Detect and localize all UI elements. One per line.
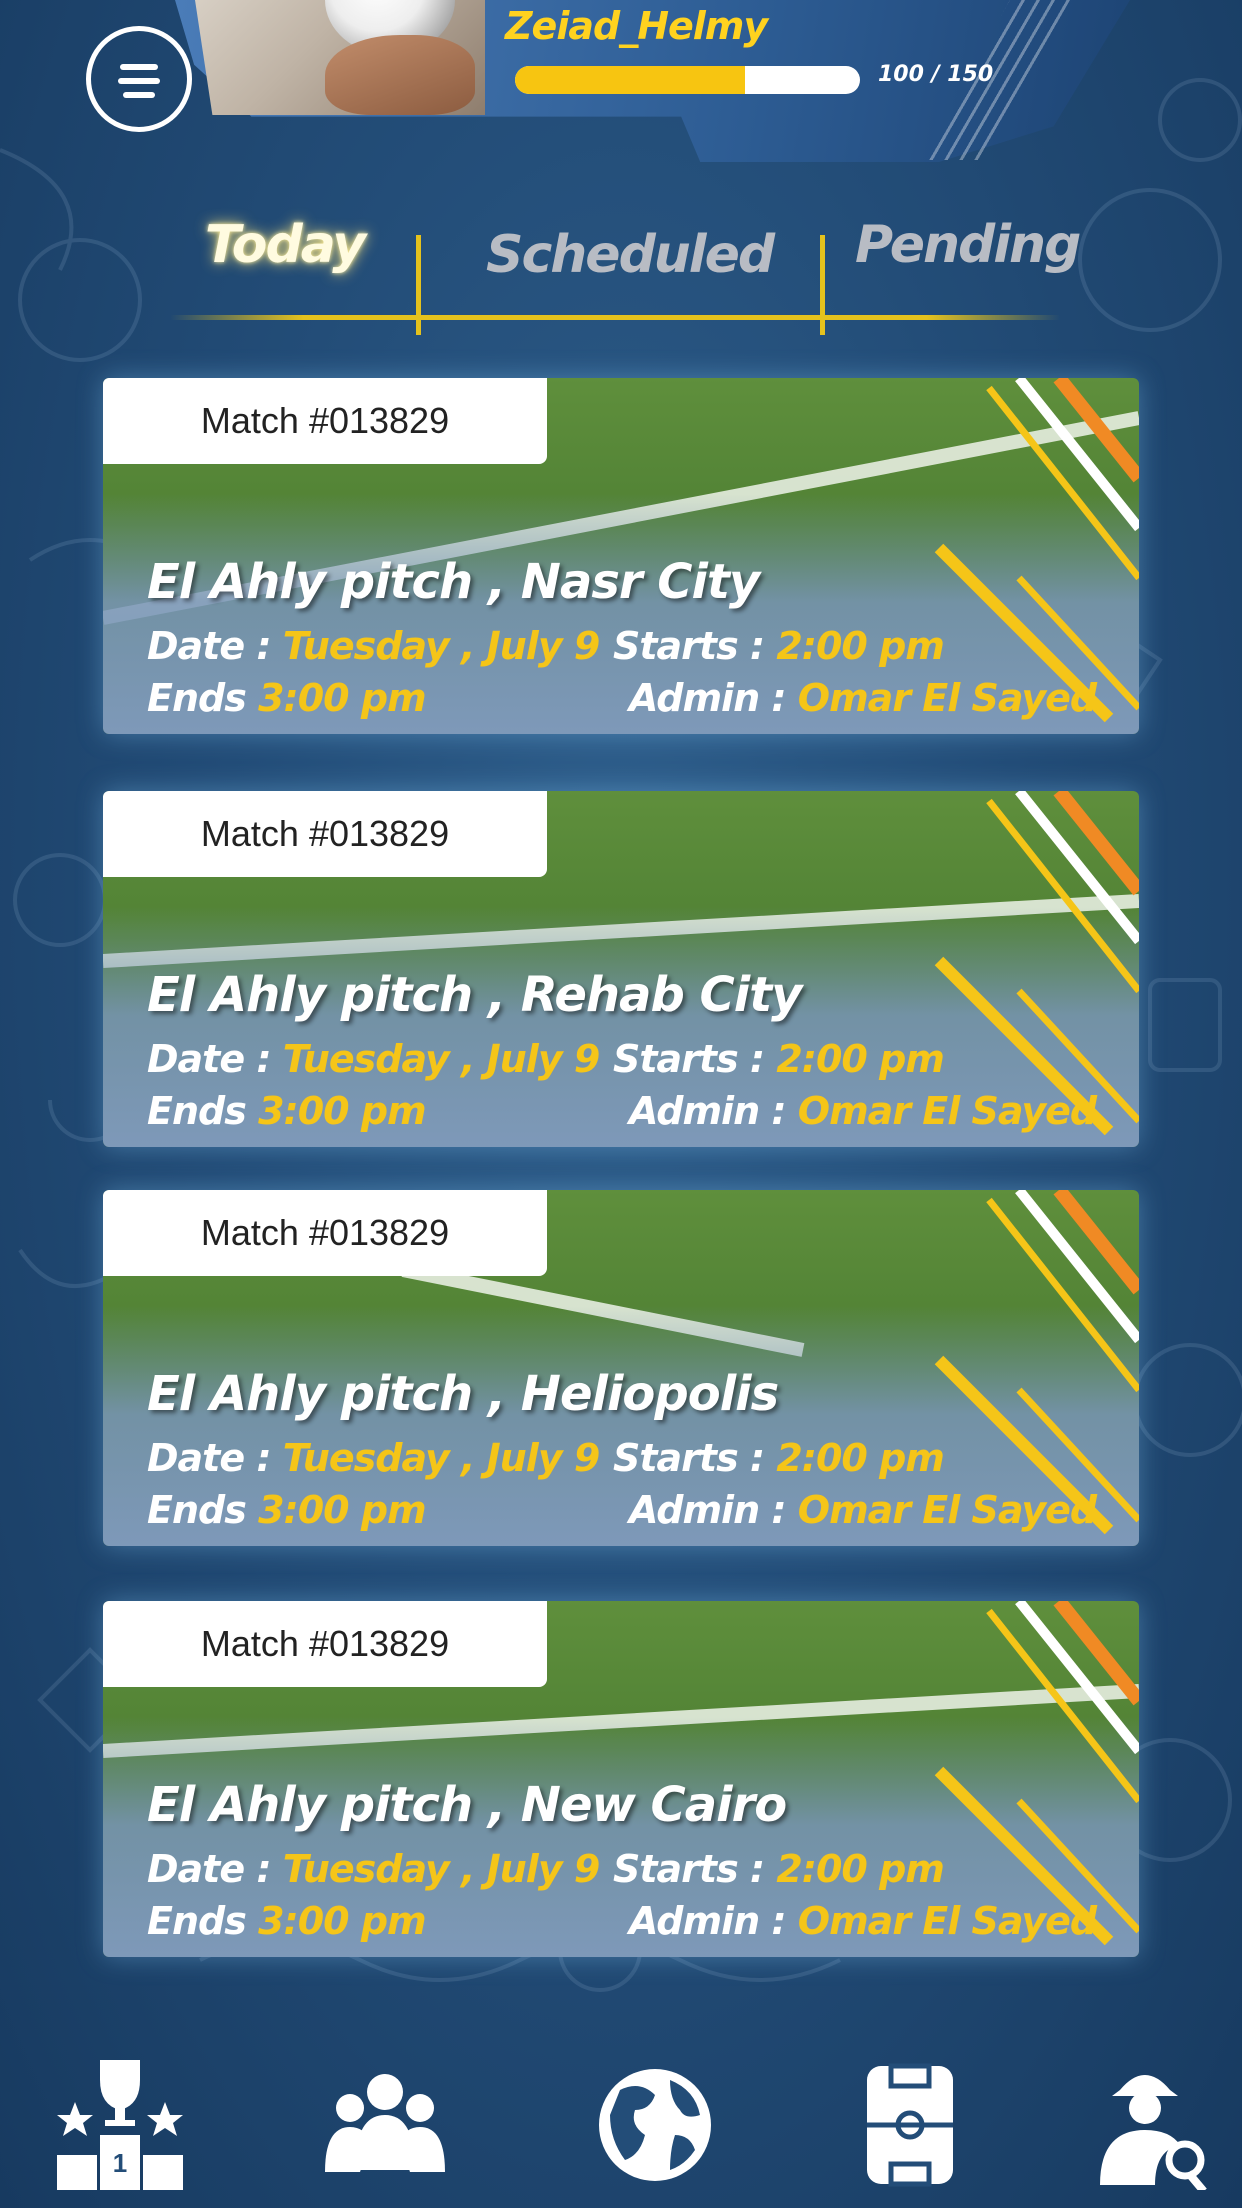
starts-value: 2:00 pm: [776, 1037, 945, 1081]
admin-value: Omar El Sayed: [797, 1089, 1097, 1133]
menu-line: [118, 78, 160, 84]
match-id-badge: Match #013829: [103, 378, 547, 464]
pitch-icon[interactable]: [855, 2060, 985, 2190]
pitch-name: El Ahly pitch , Rehab City: [147, 967, 802, 1023]
admin-value: Omar El Sayed: [797, 1899, 1097, 1943]
xp-progress-bar: [515, 66, 860, 94]
starts-label: Starts :: [613, 624, 765, 668]
pitch-name: El Ahly pitch , Heliopolis: [147, 1366, 779, 1422]
date-label: Date :: [147, 1436, 272, 1480]
admin-label: Admin :: [629, 1488, 787, 1532]
admin-row: Admin : Omar El Sayed: [629, 1089, 1097, 1133]
ends-value: 3:00 pm: [258, 1488, 427, 1532]
menu-line: [120, 64, 158, 70]
date-value: Tuesday , July 9: [282, 1847, 600, 1891]
tab-divider: [820, 235, 825, 335]
starts-value: 2:00 pm: [776, 1436, 945, 1480]
match-id: Match #013829: [200, 400, 450, 441]
tab-scheduled[interactable]: Scheduled: [486, 225, 775, 285]
match-card[interactable]: Match #013829 El Ahly pitch , Rehab City…: [103, 791, 1139, 1147]
date-row: Date : Tuesday , July 9: [147, 1847, 600, 1891]
date-row: Date : Tuesday , July 9: [147, 624, 600, 668]
starts-row: Starts : 2:00 pm: [613, 624, 945, 668]
starts-value: 2:00 pm: [776, 624, 945, 668]
starts-label: Starts :: [613, 1847, 765, 1891]
date-value: Tuesday , July 9: [282, 624, 600, 668]
match-id-badge: Match #013829: [103, 1601, 547, 1687]
starts-row: Starts : 2:00 pm: [613, 1847, 945, 1891]
admin-label: Admin :: [629, 1089, 787, 1133]
admin-value: Omar El Sayed: [797, 1488, 1097, 1532]
admin-value: Omar El Sayed: [797, 676, 1097, 720]
starts-row: Starts : 2:00 pm: [613, 1037, 945, 1081]
player-graphic: [325, 35, 475, 115]
xp-progress-fill: [515, 66, 746, 94]
match-id: Match #013829: [200, 1212, 450, 1253]
match-card[interactable]: Match #013829 El Ahly pitch , New Cairo …: [103, 1601, 1139, 1957]
ends-row: Ends 3:00 pm: [147, 1899, 427, 1943]
ends-value: 3:00 pm: [258, 1089, 427, 1133]
date-label: Date :: [147, 1037, 272, 1081]
username: Zeiad_Helmy: [505, 4, 768, 48]
date-value: Tuesday , July 9: [282, 1037, 600, 1081]
trophy-podium-icon[interactable]: 1: [55, 2060, 185, 2190]
match-id: Match #013829: [200, 1623, 450, 1664]
date-row: Date : Tuesday , July 9: [147, 1037, 600, 1081]
admin-label: Admin :: [629, 676, 787, 720]
match-id-badge: Match #013829: [103, 791, 547, 877]
admin-label: Admin :: [629, 1899, 787, 1943]
admin-row: Admin : Omar El Sayed: [629, 676, 1097, 720]
tab-pending[interactable]: Pending: [855, 215, 1081, 275]
ends-row: Ends 3:00 pm: [147, 1089, 427, 1133]
tab-today[interactable]: Today: [205, 215, 366, 275]
admin-row: Admin : Omar El Sayed: [629, 1488, 1097, 1532]
profile-panel[interactable]: Zeiad_Helmy 100 / 150: [175, 0, 1130, 162]
bottom-nav: 1: [0, 2040, 1242, 2208]
starts-label: Starts :: [613, 1037, 765, 1081]
avatar: [195, 0, 485, 115]
ends-value: 3:00 pm: [258, 676, 427, 720]
match-id-badge: Match #013829: [103, 1190, 547, 1276]
ends-value: 3:00 pm: [258, 1899, 427, 1943]
date-value: Tuesday , July 9: [282, 1436, 600, 1480]
ends-label: Ends: [147, 1089, 247, 1133]
team-icon[interactable]: [320, 2060, 450, 2190]
match-id: Match #013829: [200, 813, 450, 854]
pitch-name: El Ahly pitch , New Cairo: [147, 1777, 787, 1833]
menu-line: [123, 92, 155, 98]
ends-label: Ends: [147, 1899, 247, 1943]
match-card[interactable]: Match #013829 El Ahly pitch , Nasr City …: [103, 378, 1139, 734]
pitch-name: El Ahly pitch , Nasr City: [147, 554, 760, 610]
ends-row: Ends 3:00 pm: [147, 676, 427, 720]
tab-underline: [170, 315, 1060, 320]
starts-label: Starts :: [613, 1436, 765, 1480]
tab-divider: [416, 235, 421, 335]
admin-row: Admin : Omar El Sayed: [629, 1899, 1097, 1943]
ends-row: Ends 3:00 pm: [147, 1488, 427, 1532]
date-label: Date :: [147, 624, 272, 668]
ends-label: Ends: [147, 1488, 247, 1532]
globe-icon[interactable]: [590, 2060, 720, 2190]
tab-bar: Today Scheduled Pending: [170, 215, 1081, 335]
starts-row: Starts : 2:00 pm: [613, 1436, 945, 1480]
match-card[interactable]: Match #013829 El Ahly pitch , Heliopolis…: [103, 1190, 1139, 1546]
starts-value: 2:00 pm: [776, 1847, 945, 1891]
date-row: Date : Tuesday , July 9: [147, 1436, 600, 1480]
ends-label: Ends: [147, 676, 247, 720]
date-label: Date :: [147, 1847, 272, 1891]
svg-text:1: 1: [113, 2148, 127, 2178]
scout-search-icon[interactable]: [1090, 2060, 1220, 2190]
